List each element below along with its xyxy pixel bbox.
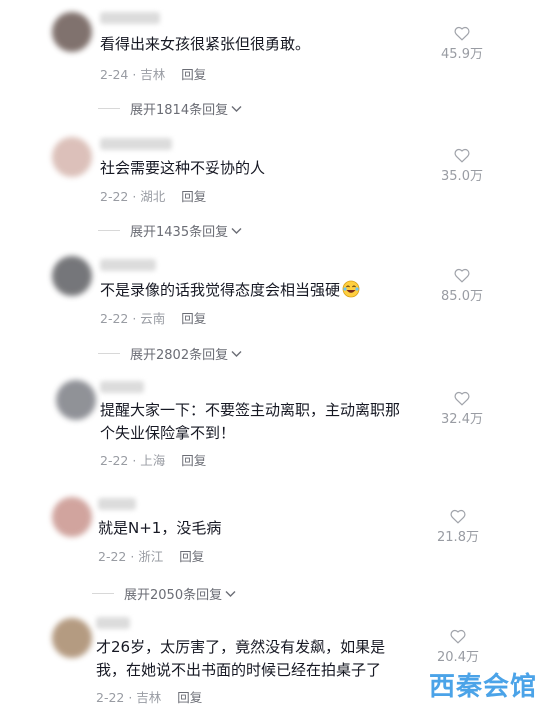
like-count: 20.4万 <box>437 650 479 665</box>
comment-text-line: 才26岁，太厉害了，竟然没有发飙，如果是 <box>96 638 386 656</box>
comment-text: 才26岁，太厉害了，竟然没有发飙，如果是 我，在她说不出书面的时候已经在拍桌子了 <box>96 636 426 682</box>
comment-item: 才26岁，太厉害了，竟然没有发飙，如果是 我，在她说不出书面的时候已经在拍桌子了… <box>0 0 547 709</box>
comment-meta: 2-22 · 吉林 回复 <box>96 687 202 706</box>
comment-text-line: 我，在她说不出书面的时候已经在拍桌子了 <box>96 661 382 679</box>
heart-icon <box>450 629 466 644</box>
date-location: 2-22 · 吉林 <box>96 690 162 705</box>
avatar[interactable] <box>52 618 92 658</box>
watermark-logo: 西秦会馆 <box>428 672 537 702</box>
like-button[interactable]: 20.4万 <box>428 629 488 665</box>
username[interactable] <box>96 617 130 629</box>
reply-button[interactable]: 回复 <box>177 690 202 705</box>
